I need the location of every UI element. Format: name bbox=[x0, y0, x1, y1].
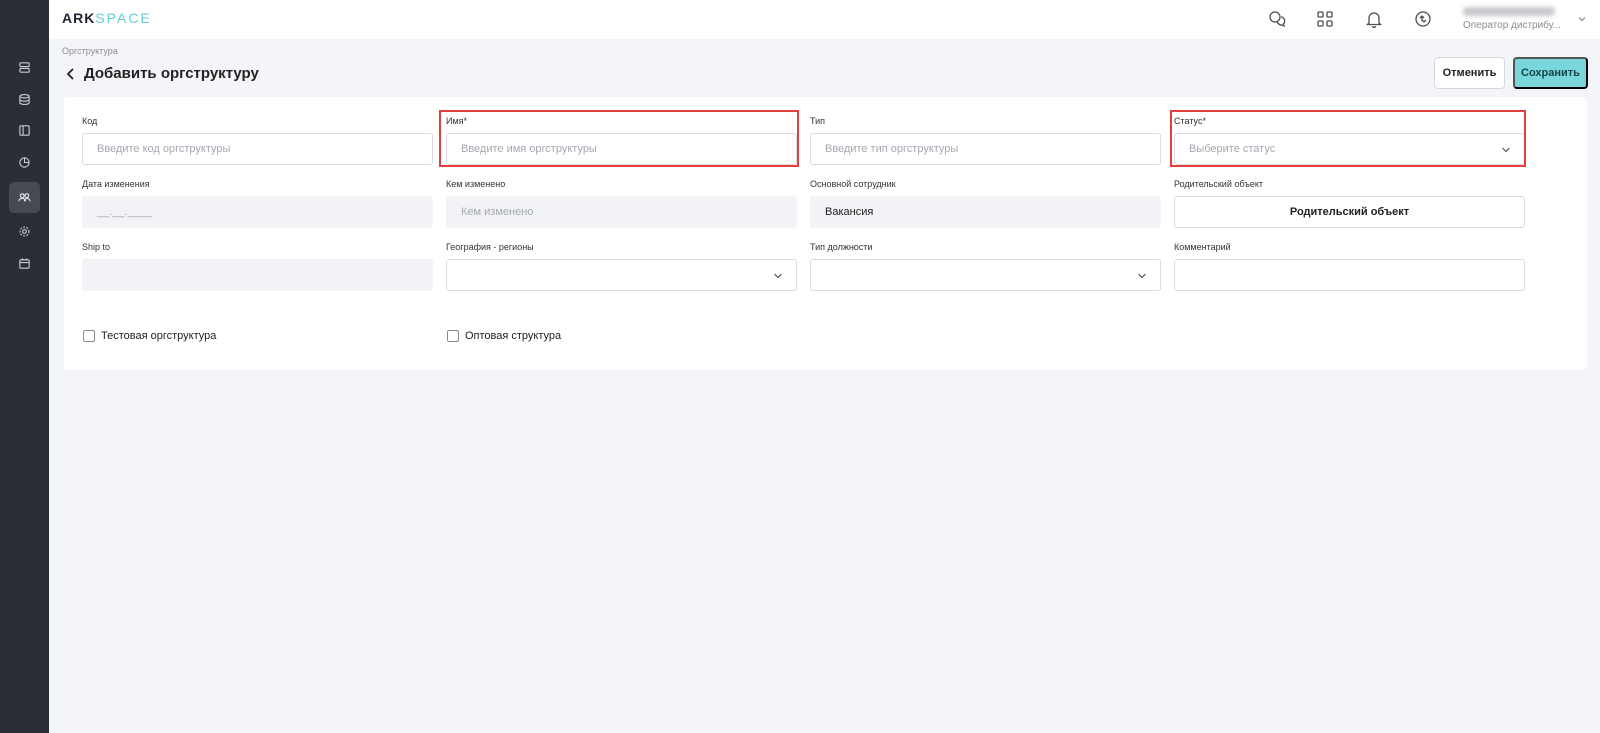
changed-by-field: Кем изменено bbox=[446, 196, 797, 228]
sidebar-item-calendar[interactable] bbox=[9, 248, 40, 279]
gear-icon bbox=[19, 226, 30, 237]
sidebar-item-server[interactable] bbox=[9, 52, 40, 83]
grid-icon bbox=[1317, 11, 1333, 27]
wholesale-structure-label[interactable]: Оптовая структура bbox=[465, 330, 561, 342]
sidebar-item-settings[interactable] bbox=[9, 216, 40, 247]
logo-space: SPACE bbox=[95, 10, 152, 26]
status-field-highlight bbox=[1170, 110, 1526, 167]
parent-object-button[interactable]: Родительский объект bbox=[1174, 196, 1525, 228]
notifications-button[interactable] bbox=[1364, 9, 1384, 29]
pie-chart-icon bbox=[19, 157, 30, 168]
chat-button[interactable] bbox=[1267, 9, 1287, 29]
geography-label: География - регионы bbox=[446, 242, 534, 252]
type-input[interactable]: Введите тип оргструктуры bbox=[810, 133, 1161, 165]
logo-ark: ARK bbox=[62, 10, 96, 26]
sidebar-item-database[interactable] bbox=[9, 84, 40, 115]
chat-icon bbox=[1269, 11, 1286, 28]
breadcrumb[interactable]: Оргструктура bbox=[62, 46, 118, 56]
parent-object-label: Родительский объект bbox=[1174, 179, 1264, 189]
code-input[interactable]: Введите код оргструктуры bbox=[82, 133, 433, 165]
app-logo[interactable]: ARKSPACE bbox=[62, 10, 152, 26]
user-name[interactable] bbox=[1463, 7, 1555, 16]
sidebar-item-reports[interactable] bbox=[9, 147, 40, 178]
code-label: Код bbox=[82, 116, 98, 126]
apps-button[interactable] bbox=[1315, 9, 1335, 29]
database-icon bbox=[19, 94, 30, 105]
test-structure-checkbox[interactable] bbox=[83, 330, 95, 342]
main-employee-field: Вакансия bbox=[810, 196, 1161, 228]
chevron-down-icon bbox=[1138, 273, 1146, 279]
server-icon bbox=[19, 62, 30, 73]
changed-date-label: Дата изменения bbox=[82, 179, 150, 189]
sidebar bbox=[0, 0, 49, 733]
sync-icon bbox=[1415, 11, 1431, 27]
save-button[interactable]: Сохранить bbox=[1513, 57, 1588, 89]
cancel-button[interactable]: Отменить bbox=[1434, 57, 1505, 89]
page-title: Добавить оргструктуру bbox=[84, 65, 259, 82]
changed-by-label: Кем изменено bbox=[446, 179, 506, 189]
calendar-icon bbox=[19, 258, 30, 269]
layout-icon bbox=[19, 125, 30, 136]
users-icon bbox=[18, 193, 31, 202]
position-type-select[interactable] bbox=[810, 259, 1161, 291]
user-role[interactable]: Оператор дистрибу... bbox=[1463, 20, 1561, 31]
sync-button[interactable] bbox=[1413, 9, 1433, 29]
bell-icon bbox=[1365, 12, 1383, 28]
type-label: Тип bbox=[810, 116, 826, 126]
ship-to-label: Ship to bbox=[82, 242, 111, 252]
chevron-down-icon bbox=[774, 273, 782, 279]
main-employee-label: Основной сотрудник bbox=[810, 179, 896, 189]
changed-date-field: __.__.____ bbox=[82, 196, 433, 228]
top-bar: ARKSPACE Оператор дистрибу... bbox=[49, 0, 1600, 39]
wholesale-structure-checkbox[interactable] bbox=[447, 330, 459, 342]
back-arrow-icon[interactable] bbox=[65, 67, 77, 81]
comment-label: Комментарий bbox=[1174, 242, 1231, 252]
chevron-down-icon[interactable] bbox=[1576, 13, 1588, 25]
sidebar-item-orgstructure[interactable] bbox=[9, 182, 40, 213]
ship-to-field bbox=[82, 259, 433, 291]
position-type-label: Тип должности bbox=[810, 242, 873, 252]
name-field-highlight bbox=[439, 110, 799, 167]
test-structure-label[interactable]: Тестовая оргструктура bbox=[101, 330, 216, 342]
geography-select[interactable] bbox=[446, 259, 797, 291]
sidebar-item-layout[interactable] bbox=[9, 115, 40, 146]
comment-input[interactable] bbox=[1174, 259, 1525, 291]
